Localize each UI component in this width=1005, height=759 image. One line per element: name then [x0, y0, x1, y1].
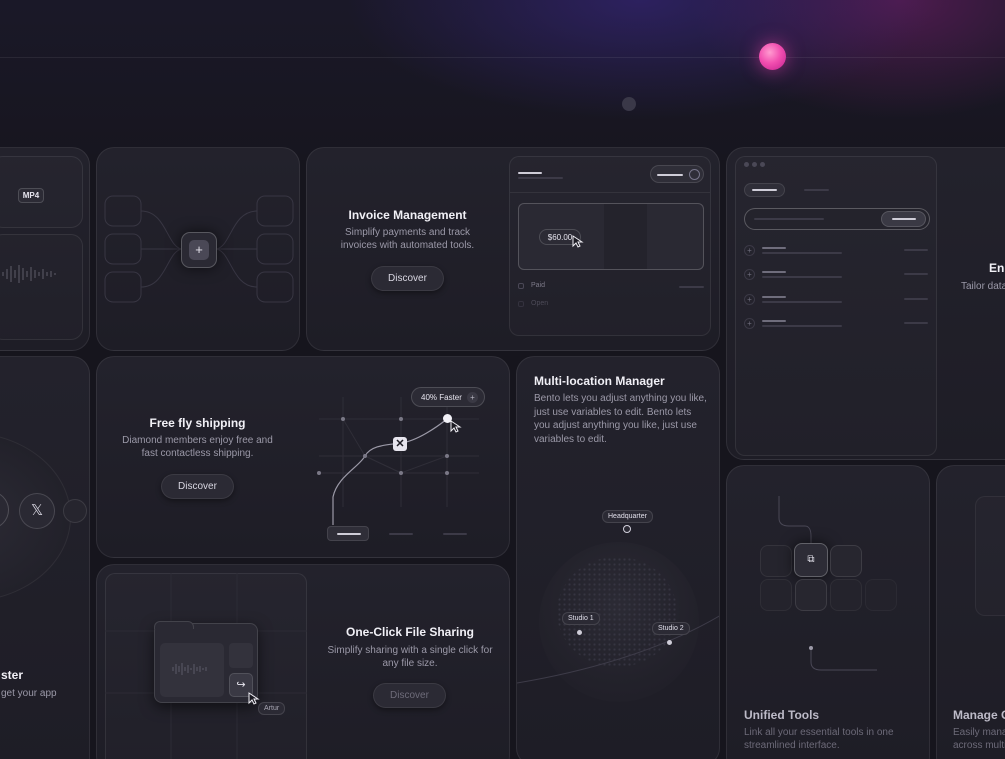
list-item[interactable]: + — [744, 245, 930, 259]
invoice-desc: Simplify payments and track invoices wit… — [340, 227, 475, 251]
multilocation-card: Multi-location Manager Bento lets you ad… — [516, 356, 720, 759]
location-pin-headquarter[interactable]: Headquarter — [602, 510, 653, 523]
waveform-icon — [172, 663, 207, 675]
filesharing-card: ↪ Artur One-Click File Sharing Simplify … — [96, 564, 510, 759]
cursor-name-tag: Artur — [258, 702, 286, 715]
faster-title: ster — [1, 668, 24, 682]
tab-bar-inactive — [443, 533, 467, 535]
folder-tab — [154, 621, 194, 629]
hero-gradient — [0, 0, 1005, 160]
plane-icon: ✕ — [393, 437, 407, 451]
search-button-bar — [892, 218, 916, 220]
tab-bar — [752, 189, 777, 191]
faster-desc: get your app — [1, 688, 57, 699]
invoice-header-subbar — [518, 177, 563, 179]
cursor-icon — [572, 235, 584, 248]
location-pin-studio-1[interactable]: Studio 1 — [562, 612, 600, 625]
manage-panel — [975, 496, 1005, 616]
audio-panel — [0, 234, 83, 340]
paid-checkbox[interactable] — [518, 283, 524, 289]
tab-bar-inactive — [804, 189, 829, 191]
invoice-discover-button[interactable]: Discover — [371, 266, 444, 291]
cursor-icon — [450, 420, 462, 433]
unified-title: Unified Tools — [744, 708, 820, 722]
integrations-card: 𝕏 ster get your app — [0, 356, 90, 759]
tools-icon: ⧉ — [807, 554, 815, 565]
folder-thumb — [229, 643, 253, 668]
tab-bar — [337, 533, 361, 535]
location-pin-studio-2[interactable]: Studio 2 — [652, 622, 690, 635]
window-dots — [744, 162, 768, 168]
pink-orb — [759, 43, 786, 70]
open-checkbox[interactable] — [518, 301, 524, 307]
x-logo-icon[interactable]: 𝕏 — [19, 493, 55, 529]
toggle-knob — [689, 169, 700, 180]
plus-icon[interactable]: + — [189, 240, 209, 260]
tool-slot[interactable] — [865, 579, 897, 611]
mp4-badge: MP4 — [18, 188, 44, 203]
integration-icon-right[interactable] — [63, 499, 87, 523]
tool-slot[interactable] — [795, 579, 827, 611]
globe-arc — [517, 615, 719, 684]
filesharing-title: One-Click File Sharing — [345, 625, 475, 639]
tool-slot[interactable] — [830, 545, 862, 577]
media-card: MP4 — [0, 147, 90, 351]
invoice-divider — [510, 192, 710, 193]
list-item[interactable]: + — [744, 269, 930, 283]
enhance-desc: Tailor data — [961, 281, 1005, 292]
unified-desc: Link all your essential tools in one str… — [744, 727, 894, 751]
pin-dot — [667, 640, 672, 645]
invoice-title: Invoice Management — [348, 208, 467, 222]
enhance-card: + + + + Enh Tailor data — [726, 147, 1005, 460]
tab-bar-inactive — [389, 533, 413, 535]
filesharing-discover-button[interactable]: Discover — [373, 683, 446, 708]
filesharing-desc: Simplify sharing with a single click for… — [327, 645, 493, 669]
list-item[interactable]: + — [744, 318, 930, 332]
toggle-bar — [657, 174, 683, 176]
invoice-amount-col — [604, 204, 647, 269]
pin-dot — [577, 630, 582, 635]
invoice-header-bar — [518, 172, 542, 174]
node-hub-card: + — [96, 147, 300, 351]
manage-card: Manage C Easily manag across multi — [936, 465, 1005, 759]
manage-desc-line2: across multi — [953, 740, 1005, 751]
manage-title: Manage C — [953, 708, 1005, 722]
manage-desc-line1: Easily manag — [953, 727, 1005, 738]
paid-bar — [679, 286, 704, 288]
unified-card: ⧉ Unified Tools Link all your essential … — [726, 465, 930, 759]
search-bar — [754, 218, 824, 220]
cursor-icon — [248, 692, 260, 705]
tool-slot[interactable] — [760, 545, 792, 577]
invoice-open-label: Open — [531, 300, 549, 307]
invoice-card: Invoice Management Simplify payments and… — [306, 147, 720, 351]
divider — [0, 57, 1005, 58]
tool-slot[interactable] — [830, 579, 862, 611]
tool-slot[interactable] — [760, 579, 792, 611]
pin-dot — [623, 525, 631, 533]
enhance-title: Enh — [989, 261, 1005, 275]
waveform-icon — [2, 265, 56, 283]
invoice-paid-label: Paid — [531, 282, 546, 289]
shipping-card: Free fly shipping Diamond members enjoy … — [96, 356, 510, 558]
list-item[interactable]: + — [744, 294, 930, 308]
grey-dot — [622, 97, 636, 111]
faster-plus-icon: + — [467, 392, 478, 403]
